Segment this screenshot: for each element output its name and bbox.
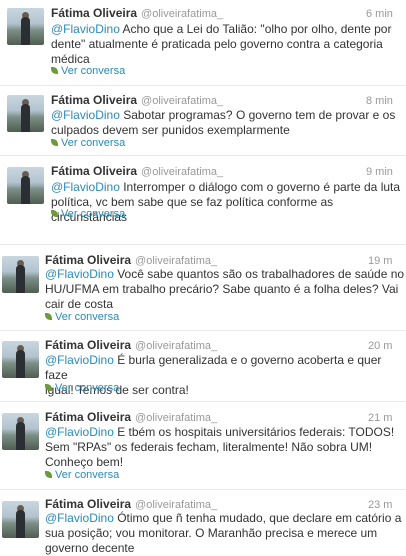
tweet-text: @FlavioDino E tbém os hospitais universi… [45, 425, 394, 470]
author-name[interactable]: Fátima Oliveira [45, 497, 131, 511]
author-handle[interactable]: @oliveirafatima_ [135, 499, 217, 511]
avatar-figure [21, 176, 30, 204]
author-name[interactable]: Fátima Oliveira [45, 410, 131, 424]
avatar-figure [16, 265, 25, 293]
divider [0, 244, 406, 245]
mention-link[interactable]: @FlavioDino [45, 267, 114, 281]
conversation-icon [51, 67, 58, 74]
avatar[interactable] [2, 501, 39, 538]
tweet-text-line: sua posição; vou monitorar. O Maranhão p… [45, 526, 378, 540]
avatar[interactable] [2, 341, 39, 378]
tweet-text-line: cair de costa [45, 297, 114, 311]
tweet-text-line: dente" atualmente é praticada pelo gover… [51, 37, 383, 51]
tweet-text-line: Sem "RPAs" os federais fecham, literalme… [45, 440, 373, 454]
conversation-icon [45, 313, 52, 320]
tweet-header: Fátima Oliveira @oliveirafatima_ [51, 93, 223, 109]
view-conversation-label: Ver conversa [61, 65, 126, 77]
tweet-text: @FlavioDino Ótimo que ñ tenha mudado, qu… [45, 511, 401, 556]
author-handle[interactable]: @oliveirafatima_ [135, 340, 217, 352]
view-conversation-link[interactable]: Ver conversa [51, 137, 125, 150]
conversation-icon [51, 210, 58, 217]
author-handle[interactable]: @oliveirafatima_ [135, 255, 217, 267]
divider [0, 330, 406, 331]
mention-link[interactable]: @FlavioDino [45, 425, 114, 439]
tweet-time[interactable]: 6 min [366, 7, 393, 22]
tweet-time[interactable]: 21 m [368, 411, 392, 426]
tweet-text-line: Sabotar programas? O governo tem de prov… [119, 108, 396, 122]
view-conversation-link[interactable]: Ver conversa [45, 469, 119, 482]
tweet-text: @FlavioDino Acho que a Lei do Talião: "o… [51, 22, 391, 67]
divider [0, 401, 406, 402]
avatar[interactable] [2, 413, 39, 450]
tweet-text-line: governo decente [45, 541, 135, 555]
avatar-figure [21, 17, 30, 45]
avatar-figure [21, 104, 30, 132]
author-name[interactable]: Fátima Oliveira [51, 6, 137, 20]
view-conversation-link[interactable]: Ver conversa [51, 65, 125, 78]
author-handle[interactable]: @oliveirafatima_ [141, 166, 223, 178]
mention-link[interactable]: @FlavioDino [51, 180, 120, 194]
mention-link[interactable]: @FlavioDino [45, 511, 114, 525]
view-conversation-label: Ver conversa [61, 137, 126, 149]
tweet-header: Fátima Oliveira @oliveirafatima_ [51, 6, 223, 22]
avatar[interactable] [2, 256, 39, 293]
author-name[interactable]: Fátima Oliveira [51, 164, 137, 178]
mention-link[interactable]: @FlavioDino [45, 353, 114, 367]
tweet-time[interactable]: 9 min [366, 165, 393, 180]
conversation-icon [45, 471, 52, 478]
view-conversation-link[interactable]: Ver conversa [45, 382, 119, 395]
tweet-text: @FlavioDino Sabotar programas? O governo… [51, 108, 395, 138]
tweet-text-line: culpados devem ser punidos exemplarmente [51, 123, 290, 137]
avatar[interactable] [7, 8, 44, 45]
avatar[interactable] [7, 95, 44, 132]
view-conversation-label: Ver conversa [61, 208, 126, 220]
tweet-text-line: Conheço bem! [45, 455, 124, 469]
avatar-figure [16, 510, 25, 538]
conversation-icon [45, 384, 52, 391]
author-handle[interactable]: @oliveirafatima_ [135, 412, 217, 424]
tweet-text-line: E tbém os hospitais universitários feder… [113, 425, 395, 439]
author-handle[interactable]: @oliveirafatima_ [141, 8, 223, 20]
view-conversation-link[interactable]: Ver conversa [45, 311, 119, 324]
tweet-text-line: Acho que a Lei do Talião: "olho por olho… [119, 22, 392, 36]
avatar[interactable] [7, 167, 44, 204]
tweet-text: @FlavioDino Você sabe quantos são os tra… [45, 267, 404, 312]
tweet-text-line: Interromper o diálogo com o governo é pa… [119, 180, 401, 194]
tweet-text-line: Você sabe quantos são os trabalhadores d… [113, 267, 405, 281]
tweet-header: Fátima Oliveira @oliveirafatima_ [45, 410, 217, 426]
tweet-text-line: Ótimo que ñ tenha mudado, que declare em… [113, 511, 402, 525]
divider [0, 155, 406, 156]
view-conversation-link[interactable]: Ver conversa [51, 208, 125, 221]
avatar-figure [16, 422, 25, 450]
view-conversation-label: Ver conversa [55, 469, 120, 481]
author-handle[interactable]: @oliveirafatima_ [141, 95, 223, 107]
view-conversation-label: Ver conversa [55, 311, 120, 323]
tweet-header: Fátima Oliveira @oliveirafatima_ [45, 338, 217, 354]
author-name[interactable]: Fátima Oliveira [45, 253, 131, 267]
author-name[interactable]: Fátima Oliveira [45, 338, 131, 352]
divider [0, 489, 406, 490]
mention-link[interactable]: @FlavioDino [51, 22, 120, 36]
author-name[interactable]: Fátima Oliveira [51, 93, 137, 107]
tweet-time[interactable]: 20 m [368, 339, 392, 354]
mention-link[interactable]: @FlavioDino [51, 108, 120, 122]
avatar-figure [16, 350, 25, 378]
divider [0, 85, 406, 86]
conversation-icon [51, 139, 58, 146]
tweet-text-line: HU/UFMA em trabalho precário? Sabe quant… [45, 282, 399, 296]
tweet-header: Fátima Oliveira @oliveirafatima_ [51, 164, 223, 180]
tweet-time[interactable]: 8 min [366, 94, 393, 109]
view-conversation-label: Ver conversa [55, 382, 120, 394]
